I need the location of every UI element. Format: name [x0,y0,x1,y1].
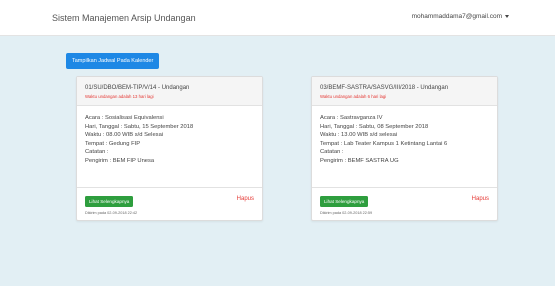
posted-timestamp: Dikirim pada 02-09-2018 22:42 [85,211,138,215]
caret-down-icon [505,15,509,18]
view-detail-button[interactable]: Lihat Selengkapnya [85,196,134,207]
card-header: 03/BEMF-SASTRA/SASVG/III/2018 - Undangan… [312,77,497,106]
event-name: Acara : Sosialisasi Equivalensi [85,115,164,121]
view-detail-button[interactable]: Lihat Selengkapnya [320,196,369,207]
invitation-countdown: Waktu undangan adalah 13 hari lagi [85,94,154,99]
delete-link[interactable]: Hapus [472,196,489,202]
card-footer: Lihat Selengkapnya Hapus Dikirim pada 02… [312,187,497,222]
event-time: Waktu : 13.00 WIB s/d selesai [320,132,398,139]
user-email: mohammaddama7@gmail.com [411,13,502,20]
event-place: Tempat : Lab Teater Kampus 1 Ketintang L… [320,140,448,147]
event-place: Tempat : Gedung FIP [85,140,141,147]
event-name: Acara : Sastravganza IV [320,115,383,121]
event-sender: Pengirim : BEMF SASTRA UG [320,157,399,164]
posted-timestamp: Dikirim pada 02-09-2018 22:59 [320,211,373,215]
card-body: Acara : Sosialisasi Equivalensi Hari, Ta… [85,114,193,166]
invitation-countdown: Waktu undangan adalah 6 hari lagi [320,94,387,99]
invitation-title: 03/BEMF-SASTRA/SASVG/III/2018 - Undangan [320,85,449,91]
event-notes: Catatan : [320,149,344,156]
invitation-title: 01/SU/DBO/BEM-TIP/V/14 - Undangan [85,85,190,91]
event-date: Hari, Tanggal : Sabtu, 15 September 2018 [85,123,194,130]
invitation-card: 03/BEMF-SASTRA/SASVG/III/2018 - Undangan… [311,76,498,221]
card-body: Acara : Sastravganza IV Hari, Tanggal : … [320,114,447,166]
user-menu[interactable]: mohammaddama7@gmail.com [412,13,509,20]
card-footer: Lihat Selengkapnya Hapus Dikirim pada 02… [77,187,262,222]
event-time: Waktu : 08.00 WIB s/d Selesai [85,132,164,139]
navbar: Sistem Manajemen Arsip Undangan mohammad… [0,0,555,36]
invitation-card: 01/SU/DBO/BEM-TIP/V/14 - Undangan Waktu … [76,76,263,221]
show-calendar-button[interactable]: Tampilkan Jadwal Pada Kalender [66,53,160,69]
event-sender: Pengirim : BEM FIP Unesa [85,157,155,164]
event-notes: Catatan : [85,149,109,156]
event-date: Hari, Tanggal : Sabtu, 08 September 2018 [320,123,429,130]
delete-link[interactable]: Hapus [237,196,254,202]
app-title[interactable]: Sistem Manajemen Arsip Undangan [52,13,196,23]
card-header: 01/SU/DBO/BEM-TIP/V/14 - Undangan Waktu … [77,77,262,106]
